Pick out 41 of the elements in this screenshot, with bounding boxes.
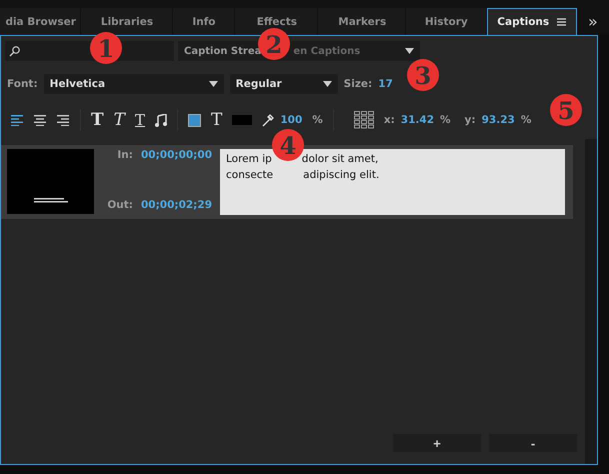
caption-preview-icon: [34, 198, 68, 203]
bold-button[interactable]: T: [91, 112, 104, 128]
out-timecode[interactable]: 00;00;02;29: [140, 199, 212, 211]
percent-unit: %: [520, 114, 532, 126]
position-value[interactable]: 31.42: [400, 114, 434, 126]
size-value[interactable]: 17: [378, 78, 393, 90]
music-note-icon[interactable]: [155, 114, 168, 126]
menu-icon[interactable]: [557, 18, 566, 26]
remove-button[interactable]: -: [489, 434, 577, 452]
scrollbar[interactable]: [585, 139, 597, 464]
position-grid-icon[interactable]: [354, 111, 374, 129]
in-timecode[interactable]: 00;00;00;00: [140, 149, 212, 161]
add-button[interactable]: +: [393, 434, 481, 452]
align-center-icon[interactable]: [34, 114, 47, 126]
caret-icon: [208, 81, 218, 87]
background-color-icon[interactable]: [188, 114, 202, 126]
eyedropper-icon[interactable]: [262, 114, 274, 126]
align-left-icon[interactable]: [11, 114, 24, 126]
color-swatch[interactable]: [232, 115, 252, 125]
position-label: x:: [384, 114, 395, 126]
percent-unit: %: [440, 114, 451, 126]
overflow-button[interactable]: »: [576, 8, 609, 35]
font-label: Font:: [7, 78, 38, 90]
position-label: y:: [464, 114, 476, 126]
position-value[interactable]: 93.23: [482, 114, 515, 126]
opacity-value[interactable]: 100: [280, 114, 302, 126]
style-dropdown[interactable]: Regular: [230, 74, 338, 94]
caret-icon: [322, 81, 332, 87]
size-label: Size:: [344, 78, 372, 90]
caret-icon: [405, 48, 414, 54]
italic-button[interactable]: T: [114, 112, 125, 128]
text-color-button[interactable]: T: [211, 112, 222, 128]
align-right-icon[interactable]: [57, 114, 70, 126]
out-label: Out:: [107, 199, 133, 211]
search-icon: [9, 46, 20, 56]
underline-button[interactable]: T: [135, 112, 146, 128]
panel-tab[interactable]: Info: [172, 8, 236, 35]
font-dropdown[interactable]: Helvetica: [44, 74, 224, 94]
percent-unit: %: [312, 114, 323, 126]
panel-tab[interactable]: Captions: [486, 8, 577, 35]
in-label: In:: [117, 149, 133, 161]
